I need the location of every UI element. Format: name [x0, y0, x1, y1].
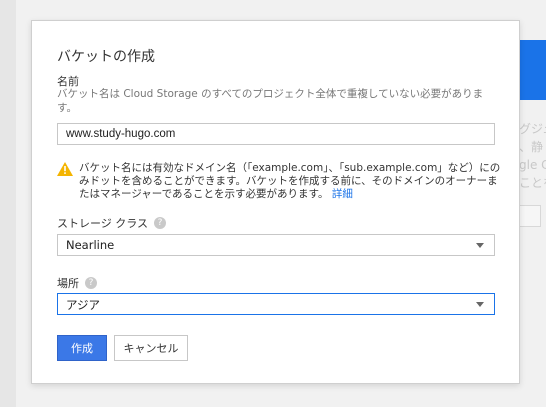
location-label-row: 場所 ? — [57, 275, 97, 291]
background-button — [519, 205, 541, 227]
help-icon[interactable]: ? — [154, 217, 167, 229]
chevron-down-icon — [476, 243, 484, 248]
warning-text-container: バケット名には有効なドメイン名（「example.com」、「sub.examp… — [79, 162, 504, 201]
storage-class-label-row: ストレージ クラス ? — [57, 215, 167, 231]
location-value: アジア — [66, 298, 101, 312]
background-text: グジュ 、静 gle C ことを — [519, 122, 546, 190]
warning-details-link[interactable]: 詳細 — [332, 188, 353, 200]
help-icon[interactable]: ? — [85, 277, 97, 289]
create-bucket-dialog: バケットの作成 名前 バケット名は Cloud Storage のすべてのプロジ… — [31, 20, 520, 384]
bucket-name-input[interactable] — [57, 123, 495, 145]
storage-class-label: ストレージ クラス — [57, 217, 149, 230]
dialog-title: バケットの作成 — [57, 49, 155, 65]
chevron-down-icon — [476, 302, 484, 307]
warning-message: バケット名には有効なドメイン名（「example.com」、「sub.examp… — [79, 162, 501, 200]
location-select[interactable]: アジア — [57, 293, 495, 315]
background-blue-panel — [519, 40, 546, 100]
warning-icon — [57, 162, 73, 176]
cancel-button[interactable]: キャンセル — [114, 335, 188, 361]
create-button[interactable]: 作成 — [57, 335, 107, 361]
name-help-text: バケット名は Cloud Storage のすべてのプロジェクト全体で重複してい… — [57, 88, 484, 114]
storage-class-value: Nearline — [66, 238, 115, 252]
background-left-strip — [0, 0, 16, 407]
location-label: 場所 — [57, 277, 79, 290]
storage-class-select[interactable]: Nearline — [57, 234, 495, 256]
